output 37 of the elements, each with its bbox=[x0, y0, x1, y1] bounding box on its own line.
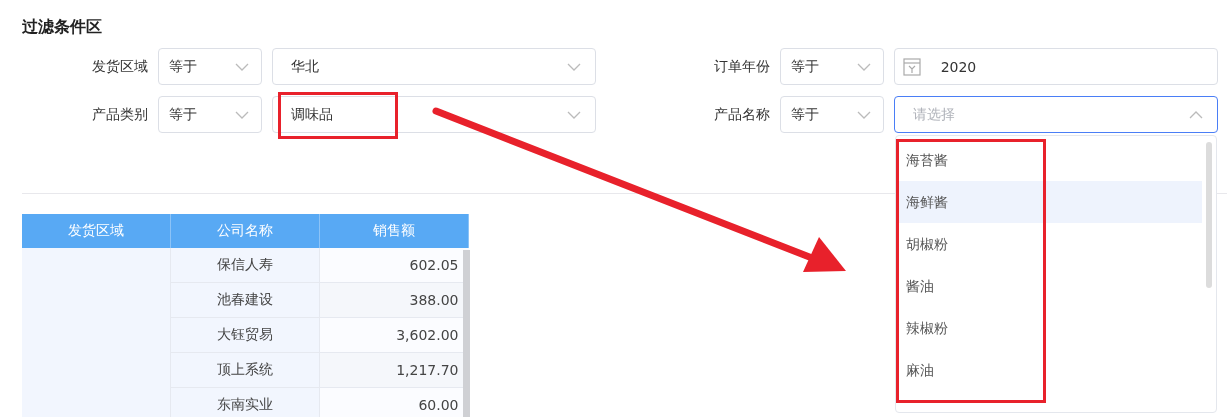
column-header: 销售额 bbox=[319, 214, 469, 248]
table-cell: 大钰贸易 bbox=[170, 317, 320, 353]
chevron-down-icon bbox=[567, 110, 581, 119]
operator-select[interactable]: 等于 bbox=[779, 48, 884, 85]
dropdown-option[interactable]: 海鲜酱 bbox=[896, 181, 1202, 223]
scrollbar[interactable] bbox=[1206, 142, 1212, 288]
filter-label: 产品名称 bbox=[712, 105, 770, 124]
chevron-up-icon bbox=[1189, 110, 1203, 119]
chevron-down-icon bbox=[234, 62, 249, 71]
operator-select[interactable]: 等于 bbox=[157, 96, 262, 133]
section-title: 过滤条件区 bbox=[22, 17, 102, 38]
chevron-down-icon bbox=[856, 110, 871, 119]
chevron-down-icon bbox=[234, 110, 249, 119]
filter-label: 发货区域 bbox=[90, 57, 148, 76]
calendar-icon bbox=[902, 57, 921, 76]
column-header: 公司名称 bbox=[170, 214, 320, 248]
dropdown-option[interactable]: 辣椒粉 bbox=[896, 307, 1202, 349]
value-select[interactable]: 调味品 bbox=[271, 96, 596, 133]
chevron-down-icon bbox=[856, 62, 871, 71]
chevron-down-icon bbox=[567, 62, 581, 71]
value-select[interactable]: 2020 bbox=[893, 48, 1218, 85]
table-cell: 602.05 bbox=[319, 248, 469, 283]
table-cell: 顶上系统 bbox=[170, 352, 320, 388]
dropdown-option[interactable]: 酱油 bbox=[896, 265, 1202, 307]
table-cell: 保信人寿 bbox=[170, 248, 320, 283]
value-select[interactable]: 华北 bbox=[271, 48, 596, 85]
filter-label: 订单年份 bbox=[712, 57, 770, 76]
column-header: 发货区域 bbox=[22, 214, 171, 248]
table-cell: 东南实业 bbox=[170, 387, 320, 417]
operator-select[interactable]: 等于 bbox=[779, 96, 884, 133]
filter-label: 产品类别 bbox=[90, 105, 148, 124]
operator-select[interactable]: 等于 bbox=[157, 48, 262, 85]
dropdown-option[interactable]: 麻油 bbox=[896, 349, 1202, 391]
table-cell: 池春建设 bbox=[170, 282, 320, 318]
dropdown-option[interactable]: 海苔酱 bbox=[896, 139, 1202, 181]
dropdown-option[interactable]: 胡椒粉 bbox=[896, 223, 1202, 265]
scrollbar[interactable] bbox=[463, 250, 470, 417]
